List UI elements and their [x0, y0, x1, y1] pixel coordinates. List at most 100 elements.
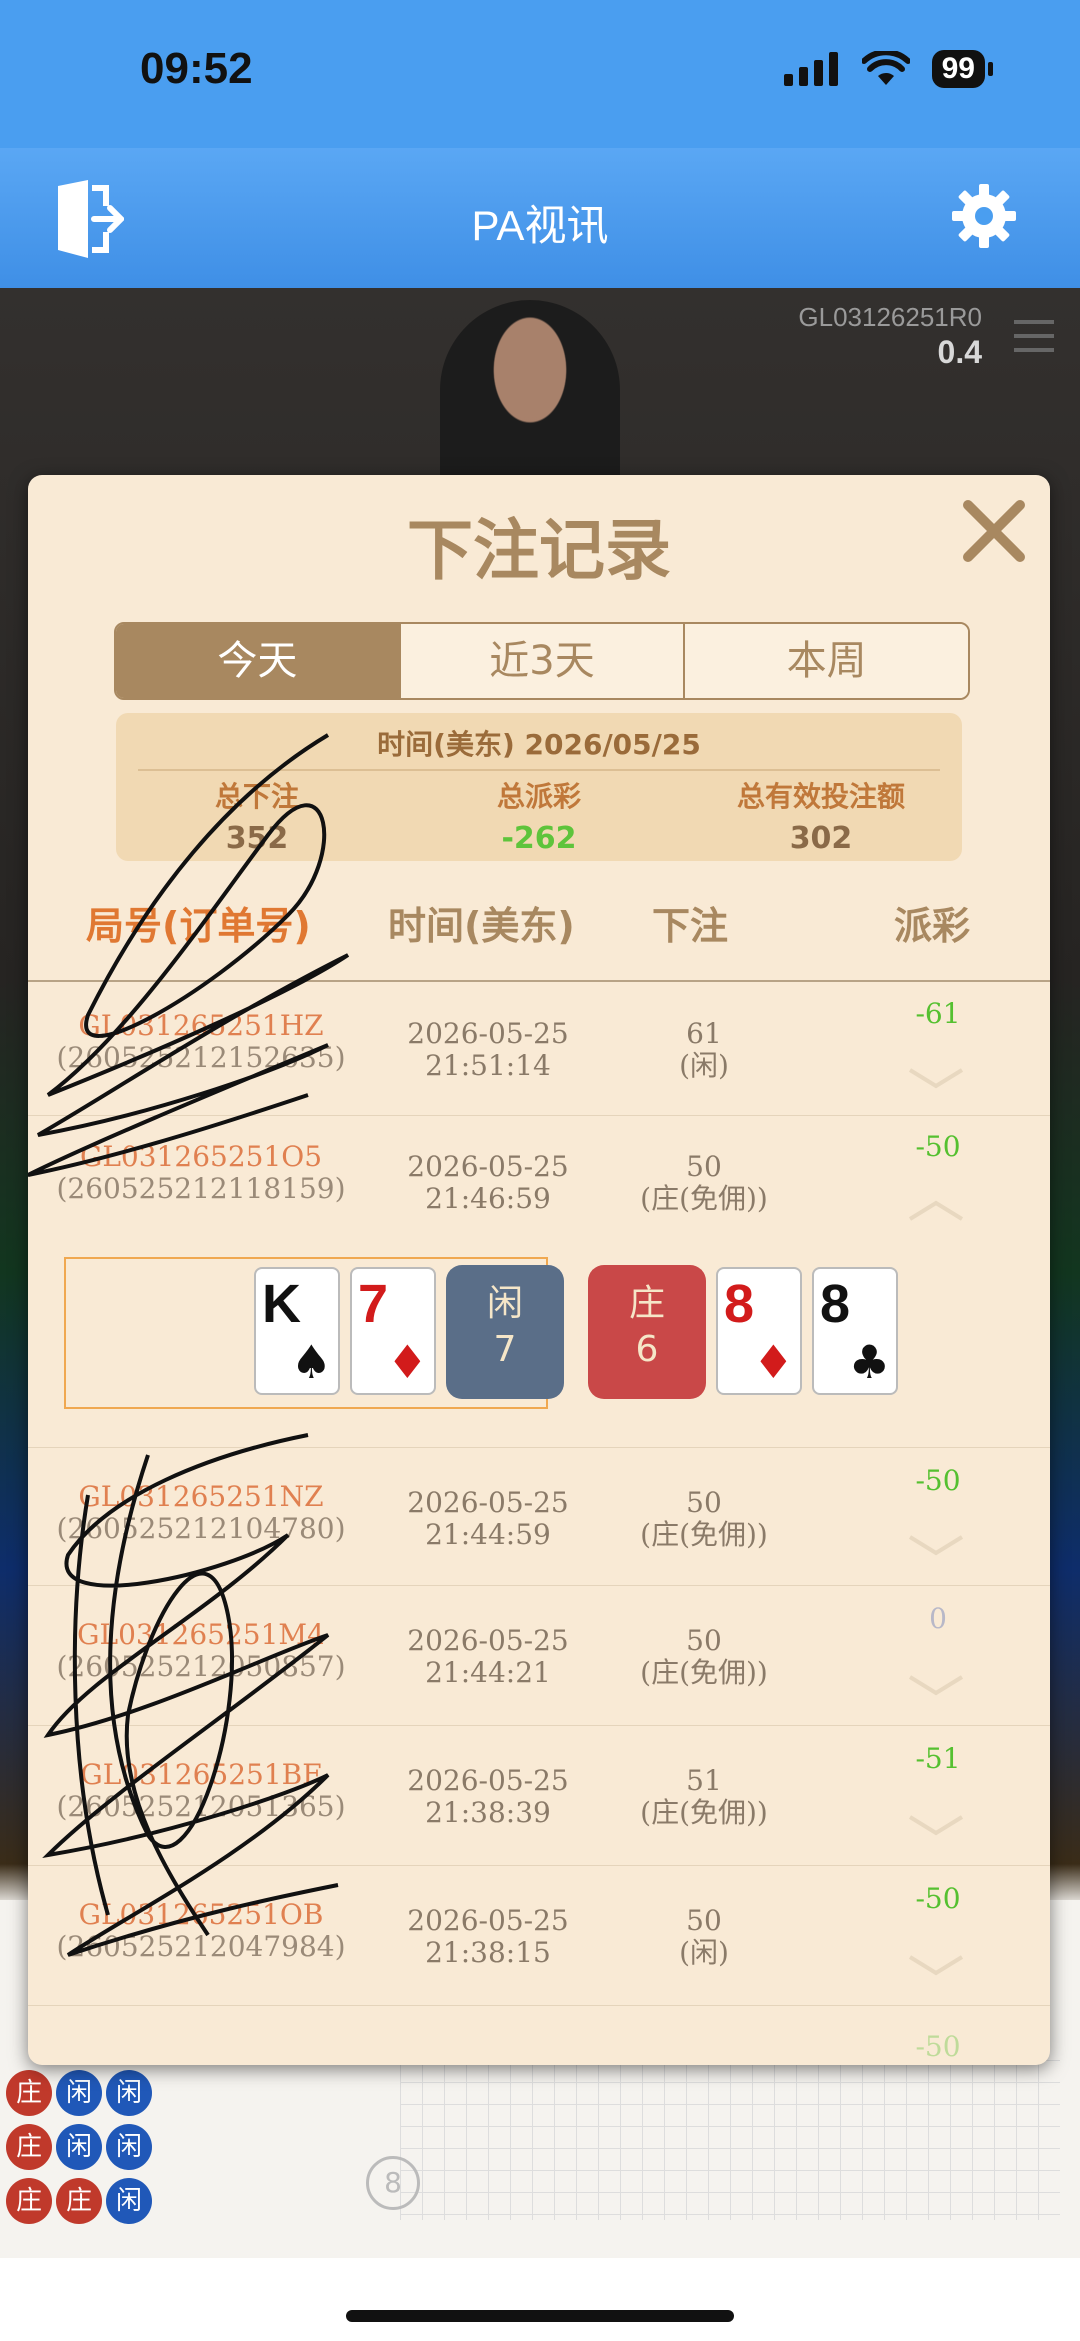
column-payout: 派彩: [894, 904, 971, 948]
status-bar: 09:52 99: [0, 0, 1080, 148]
table-row[interactable]: GL031265251NZ (260525212104780) 2026-05-…: [28, 1447, 1050, 1586]
bet-amount: 61 (闲): [584, 1018, 824, 1082]
bet-time: 2026-05-25 21:44:21: [358, 1625, 618, 1689]
card-rank: 7: [358, 1274, 389, 1334]
spade-icon: ♠: [290, 1335, 332, 1389]
total-bet-label: 总下注: [214, 780, 299, 813]
bet-clock: 21:38:15: [425, 1936, 551, 1969]
table-row[interactable]: GL031265251M4 (260525212050857) 2026-05-…: [28, 1585, 1050, 1726]
valid-bet-value: 302: [789, 821, 853, 856]
payout-value: -50: [915, 1464, 961, 1497]
table-header: 局号(订单号) 时间(美东) 下注 派彩: [28, 895, 1050, 955]
order-number: (260525212152635): [56, 1041, 346, 1074]
bet-amount: 51 (庄(免佣)): [584, 1765, 824, 1829]
road-player: 闲: [56, 2124, 102, 2170]
chevron-down-icon[interactable]: [906, 1533, 966, 1557]
bet-side: (庄(免佣)): [640, 1796, 768, 1829]
modal-title: 下注记录: [407, 512, 671, 589]
bet-side: (庄(免佣)): [640, 1182, 768, 1215]
order-number: (260525212118159): [56, 1172, 346, 1205]
banker-score: 庄 6: [588, 1265, 706, 1399]
chevron-down-icon[interactable]: [906, 1813, 966, 1837]
road-player: 闲: [106, 2070, 152, 2116]
tab-this-week[interactable]: 本周: [685, 624, 968, 698]
bet-amount: 50 (庄(免佣)): [584, 1625, 824, 1689]
date-range-tabs: 今天 近3天 本周: [114, 622, 970, 700]
player-card: 7 ♦: [350, 1267, 436, 1395]
bet-side: (闲): [679, 1049, 729, 1082]
bet-amount: 50 (闲): [584, 1905, 824, 1969]
bet-clock: 21:44:59: [425, 1518, 551, 1551]
bet-date: 2026-05-25: [407, 1150, 569, 1183]
banker-card: 8 ♦: [716, 1267, 802, 1395]
round-number: GL031265251O5: [79, 1140, 323, 1173]
valid-bet: 总有效投注额 302: [680, 775, 962, 856]
round-value: 0.4: [937, 334, 982, 370]
player-score-label: 闲: [486, 1283, 523, 1324]
card-rank: 8: [820, 1274, 851, 1334]
table-row[interactable]: GL031265251OB (260525212047984) 2026-05-…: [28, 1865, 1050, 2006]
bet-time: 2026-05-25 21:38:15: [358, 1905, 618, 1969]
card-rank: K: [262, 1274, 301, 1334]
table-row[interactable]: GL031265251BF (260525212051365) 2026-05-…: [28, 1725, 1050, 1866]
payout-value: -51: [915, 1742, 961, 1775]
payout-value: -50: [915, 1882, 961, 1915]
chevron-down-icon[interactable]: [906, 1066, 966, 1090]
battery-indicator: 99: [931, 50, 994, 88]
round-id: GL031265251O5 (260525212118159): [56, 1141, 346, 1205]
total-bet: 总下注 352: [116, 775, 398, 856]
round-id: GL031265251HZ (260525212152635): [56, 1010, 346, 1074]
bet-time: 2026-05-25 21:51:14: [358, 1018, 618, 1082]
road-player: 闲: [106, 2178, 152, 2224]
column-round: 局号(订单号): [86, 904, 311, 948]
bet-amount: 50 (庄(免佣)): [584, 1151, 824, 1215]
bet-value: 50: [686, 1486, 722, 1519]
bet-side: (庄(免佣)): [640, 1656, 768, 1689]
order-number: (260525212050857): [56, 1650, 346, 1683]
bet-date: 2026-05-25: [407, 1624, 569, 1657]
close-icon[interactable]: [958, 495, 1030, 567]
bet-value: 61: [686, 1017, 722, 1050]
menu-icon[interactable]: [1014, 320, 1054, 354]
player-card: K ♠: [254, 1267, 340, 1395]
gear-icon[interactable]: [952, 184, 1016, 248]
status-time: 09:52: [140, 44, 253, 93]
bet-value: 50: [686, 1150, 722, 1183]
bet-time: 2026-05-25 21:38:39: [358, 1765, 618, 1829]
shuffle-counter: 8: [366, 2156, 420, 2210]
chevron-up-icon[interactable]: [906, 1199, 966, 1223]
round-number: GL031265251NZ: [78, 1480, 324, 1513]
banker-score-label: 庄: [628, 1283, 665, 1324]
total-bet-value: 352: [225, 821, 289, 856]
round-id: GL031265251M4 (260525212050857): [56, 1619, 346, 1683]
diamond-icon: ♦: [386, 1335, 428, 1389]
bet-clock: 21:44:21: [425, 1656, 551, 1689]
app-title: PA视讯: [471, 202, 609, 249]
banker-card: 8 ♣: [812, 1267, 898, 1395]
status-icons: 99: [783, 50, 994, 88]
payout-value: -61: [915, 997, 961, 1030]
club-icon: ♣: [848, 1335, 890, 1389]
bet-side: (闲): [679, 1936, 729, 1969]
bet-value: 50: [686, 1904, 722, 1937]
road-banker: 庄: [6, 2124, 52, 2170]
table-row[interactable]: GL031265251HZ (260525212152635) 2026-05-…: [28, 982, 1050, 1116]
tab-last-3-days[interactable]: 近3天: [400, 624, 686, 698]
home-indicator[interactable]: [346, 2310, 734, 2322]
round-number: GL031265251M4: [77, 1618, 325, 1651]
tab-today[interactable]: 今天: [116, 624, 401, 698]
chevron-down-icon[interactable]: [906, 1673, 966, 1697]
payout-value: -50: [915, 1130, 961, 1163]
chevron-down-icon[interactable]: [906, 1953, 966, 1977]
bet-history-modal: 下注记录 今天 近3天 本周 时间(美东) 2026/05/25 总下注 352…: [28, 475, 1050, 2065]
round-code: GL03126251R0: [798, 302, 982, 332]
bet-side: (庄(免佣)): [640, 1518, 768, 1551]
bet-clock: 21:38:39: [425, 1796, 551, 1829]
bet-date: 2026-05-25: [407, 1904, 569, 1937]
order-number: (260525212104780): [56, 1512, 346, 1545]
round-id: GL031265251BF (260525212051365): [56, 1759, 346, 1823]
bet-amount: 50 (庄(免佣)): [584, 1487, 824, 1551]
signal-icon: [783, 52, 838, 86]
round-id: GL031265251OB (260525212047984): [56, 1899, 346, 1963]
column-bet: 下注: [652, 904, 729, 948]
